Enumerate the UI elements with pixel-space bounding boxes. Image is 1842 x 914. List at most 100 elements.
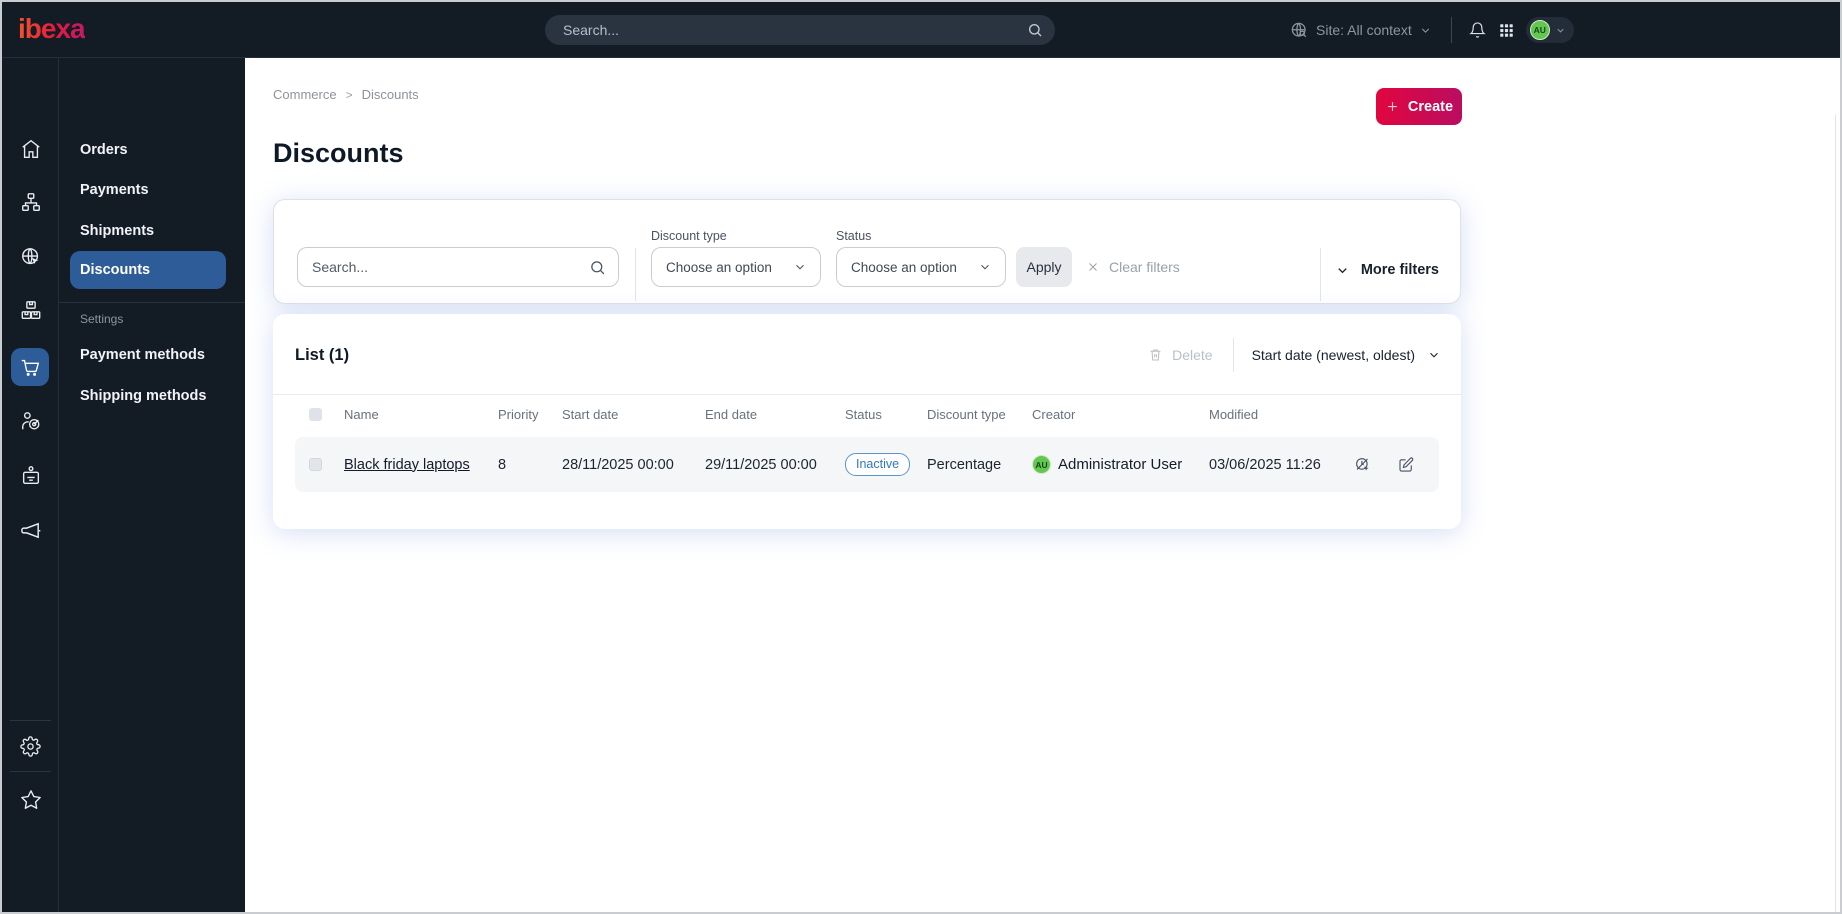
row-actions [1341, 456, 1439, 474]
commerce-cart-icon [19, 356, 41, 378]
commerce-submenu: Orders Payments Shipments Discounts Sett… [59, 58, 245, 912]
apply-button[interactable]: Apply [1016, 247, 1072, 287]
discount-type-label: Discount type [651, 229, 727, 243]
submenu-item-shipments[interactable]: Shipments [80, 223, 154, 239]
user-menu[interactable]: AU [1525, 17, 1574, 43]
column-header-status: Status [845, 407, 882, 422]
megaphone-icon [19, 519, 42, 542]
filter-search[interactable] [297, 247, 619, 287]
discounts-list-panel: List (1) Delete Start date (newest, olde… [273, 314, 1461, 529]
column-header-priority: Priority [498, 407, 539, 422]
breadcrumb: Commerce > Discounts [273, 87, 419, 102]
list-header: List (1) Delete Start date (newest, olde… [273, 314, 1461, 372]
search-icon[interactable] [589, 259, 606, 276]
app-window: ibexa Site: All context [0, 0, 1842, 914]
column-header-discount-type: Discount type [927, 407, 1006, 422]
list-title: List (1) [295, 345, 350, 364]
topbar-divider [1450, 17, 1452, 43]
content-tree-icon [20, 191, 42, 213]
nav-products[interactable] [2, 299, 59, 321]
table-row[interactable]: Black friday laptops 8 28/11/2025 00:00 … [295, 437, 1439, 492]
nav-admin-settings[interactable] [2, 736, 59, 757]
list-header-divider [1232, 338, 1234, 372]
column-header-creator: Creator [1032, 407, 1076, 422]
chevron-down-icon [793, 260, 807, 274]
nav-commerce-active[interactable] [11, 348, 49, 386]
products-boxes-icon [20, 299, 42, 321]
chevron-down-icon [1555, 25, 1566, 36]
creator-name: Administrator User [1058, 456, 1183, 473]
site-context-globe-icon [1290, 21, 1309, 40]
discount-type-cell: Percentage [927, 456, 1002, 473]
nav-home[interactable] [2, 138, 59, 160]
submenu-item-payment-methods[interactable]: Payment methods [80, 347, 205, 363]
rail-divider [10, 771, 51, 772]
rail-divider [10, 720, 51, 721]
priority-cell: 8 [498, 456, 507, 473]
filter-divider [1319, 248, 1321, 301]
breadcrumb-separator: > [345, 87, 353, 102]
site-globe-icon [20, 246, 42, 268]
app-switcher-grid-icon[interactable] [1499, 23, 1514, 38]
site-context-selector[interactable]: Site: All context [1290, 21, 1432, 40]
submenu-item-shipping-methods[interactable]: Shipping methods [80, 388, 206, 404]
submenu-section-settings: Settings [80, 312, 124, 326]
nav-audience[interactable] [2, 410, 59, 432]
end-date-cell: 29/11/2025 00:00 [705, 456, 817, 473]
global-search-input[interactable] [563, 22, 1027, 38]
status-badge: Inactive [845, 453, 911, 476]
notifications-bell-icon[interactable] [1468, 21, 1486, 39]
more-filters-button[interactable]: More filters [1335, 250, 1439, 290]
discount-name-link[interactable]: Black friday laptops [344, 457, 498, 473]
submenu-item-payments[interactable]: Payments [80, 182, 149, 198]
nav-marketing[interactable] [2, 519, 59, 542]
discount-type-filter-group: Discount type Choose an option [651, 229, 821, 287]
target-audience-icon [20, 410, 42, 432]
chevron-down-icon [978, 260, 992, 274]
nav-site[interactable] [2, 246, 59, 268]
nav-bookmarks[interactable] [2, 789, 59, 811]
chevron-down-icon [1427, 348, 1441, 362]
page-title: Discounts [273, 138, 404, 168]
trash-icon [1148, 347, 1163, 363]
nav-customers[interactable] [2, 465, 59, 487]
create-button[interactable]: Create [1376, 88, 1462, 125]
star-icon [20, 789, 42, 811]
breadcrumb-discounts[interactable]: Discounts [362, 87, 419, 102]
home-icon [20, 138, 42, 160]
topbar-right: Site: All context AU [1290, 2, 1574, 58]
delete-button[interactable]: Delete [1148, 347, 1213, 363]
submenu-item-orders[interactable]: Orders [80, 142, 128, 158]
plus-icon [1385, 99, 1400, 114]
ibexa-logo: ibexa [18, 13, 86, 44]
modified-cell: 03/06/2025 11:26 [1209, 456, 1321, 473]
start-date-cell: 28/11/2025 00:00 [562, 456, 674, 473]
main-nav-rail [2, 58, 59, 912]
edit-icon[interactable] [1397, 456, 1415, 474]
gear-icon [20, 736, 41, 757]
list-header-actions: Delete Start date (newest, oldest) [1148, 338, 1441, 372]
nav-content-tree[interactable] [2, 191, 59, 213]
scrollbar-track[interactable] [1835, 114, 1836, 912]
filter-search-input[interactable] [312, 259, 589, 275]
sort-selector[interactable]: Start date (newest, oldest) [1252, 347, 1441, 363]
breadcrumb-commerce[interactable]: Commerce [273, 87, 337, 102]
column-header-end-date: End date [705, 407, 758, 422]
clear-filters-button[interactable]: Clear filters [1086, 247, 1180, 287]
status-select[interactable]: Choose an option [836, 247, 1006, 287]
id-badge-icon [20, 465, 42, 487]
select-all-checkbox[interactable] [309, 408, 322, 421]
filters-panel: Discount type Choose an option Status Ch… [273, 199, 1461, 304]
submenu-item-discounts-active[interactable]: Discounts [70, 251, 226, 289]
discount-type-select[interactable]: Choose an option [651, 247, 821, 287]
table-header-row: Name Priority Start date End date Status… [295, 395, 1439, 434]
close-icon [1086, 260, 1100, 274]
column-header-start-date: Start date [562, 407, 619, 422]
global-search[interactable] [545, 15, 1055, 45]
column-header-modified: Modified [1209, 407, 1259, 422]
row-checkbox[interactable] [309, 458, 322, 471]
preview-disabled-icon[interactable] [1354, 456, 1372, 474]
user-avatar[interactable]: AU [1529, 20, 1550, 40]
search-icon[interactable] [1027, 22, 1043, 38]
creator-cell: AU Administrator User [1032, 455, 1209, 474]
